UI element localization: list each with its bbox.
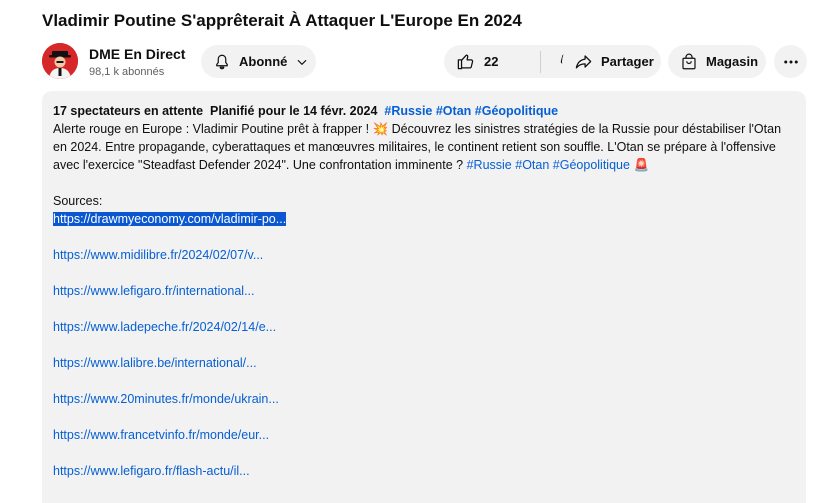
share-arrow-icon xyxy=(574,52,593,71)
like-count: 22 xyxy=(484,54,499,69)
shop-label: Magasin xyxy=(706,54,759,69)
description-text: Alerte rouge en Europe : Vladimir Poutin… xyxy=(53,122,782,172)
subscribed-button[interactable]: Abonné xyxy=(201,45,316,78)
channel-row: DME En Direct 98,1 k abonnés Abonné 22 P… xyxy=(42,43,807,81)
bell-icon xyxy=(213,53,231,71)
channel-avatar[interactable] xyxy=(42,43,78,79)
source-link[interactable]: https://www.20minutes.fr/monde/ukrain... xyxy=(53,392,279,406)
source-link[interactable]: https://drawmyeconomy.com/vladimir-po... xyxy=(53,212,287,226)
thumbs-up-icon xyxy=(456,52,475,71)
source-link[interactable]: https://www.lalibre.be/international/... xyxy=(53,356,257,370)
channel-name[interactable]: DME En Direct xyxy=(89,46,185,62)
shopping-bag-icon xyxy=(680,53,698,71)
scheduled-date: Planifié pour le 14 févr. 2024 xyxy=(210,104,378,118)
hashtag-link[interactable]: #Otan xyxy=(515,158,549,172)
description-body: Alerte rouge en Europe : Vladimir Poutin… xyxy=(53,120,795,174)
hashtag-link[interactable]: #Otan xyxy=(436,104,471,118)
sources-label: Sources: xyxy=(53,194,103,208)
avatar-figure-icon xyxy=(42,43,78,79)
description-box[interactable]: 17 spectateurs en attente Planifié pour … xyxy=(42,91,806,503)
share-label: Partager xyxy=(601,54,654,69)
source-link[interactable]: https://www.midilibre.fr/2024/02/07/v... xyxy=(53,248,263,262)
hashtag-link[interactable]: #Géopolitique xyxy=(553,158,630,172)
source-link[interactable]: https://www.lefigaro.fr/international... xyxy=(53,284,254,298)
like-button[interactable]: 22 xyxy=(444,45,540,78)
source-link[interactable]: https://www.francetvinfo.fr/monde/eur... xyxy=(53,428,269,442)
share-button[interactable]: Partager xyxy=(562,45,661,78)
description-meta: 17 spectateurs en attente Planifié pour … xyxy=(53,102,795,120)
hashtag-link[interactable]: #Russie xyxy=(384,104,432,118)
source-link[interactable]: https://www.lefigaro.fr/flash-actu/il... xyxy=(53,464,250,478)
source-link[interactable]: https://www.ladepeche.fr/2024/02/14/e... xyxy=(53,320,276,334)
subscribed-label: Abonné xyxy=(239,54,288,69)
more-horizontal-icon xyxy=(782,53,800,71)
chevron-down-icon xyxy=(295,55,309,69)
siren-emoji: 🚨 xyxy=(633,158,650,172)
shop-button[interactable]: Magasin xyxy=(668,45,766,78)
video-title: Vladimir Poutine S'apprêterait À Attaque… xyxy=(42,11,522,30)
hashtag-link[interactable]: #Géopolitique xyxy=(475,104,558,118)
more-actions-button[interactable] xyxy=(774,45,807,78)
waiting-viewers: 17 spectateurs en attente xyxy=(53,104,204,118)
hashtag-link[interactable]: #Russie xyxy=(467,158,512,172)
subscriber-count: 98,1 k abonnés xyxy=(89,66,165,78)
